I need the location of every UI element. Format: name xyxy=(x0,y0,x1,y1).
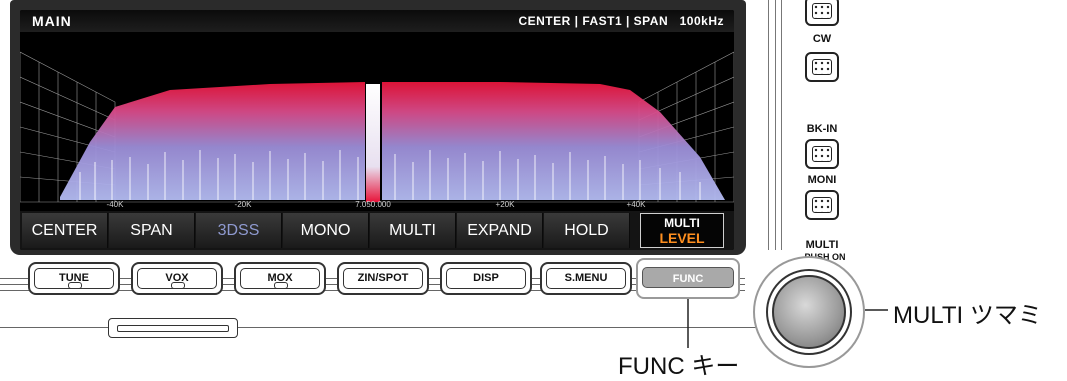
multi-knob-callout: MULTI ツマミ xyxy=(893,302,1042,329)
func-key-callout: FUNC キー xyxy=(618,353,740,380)
